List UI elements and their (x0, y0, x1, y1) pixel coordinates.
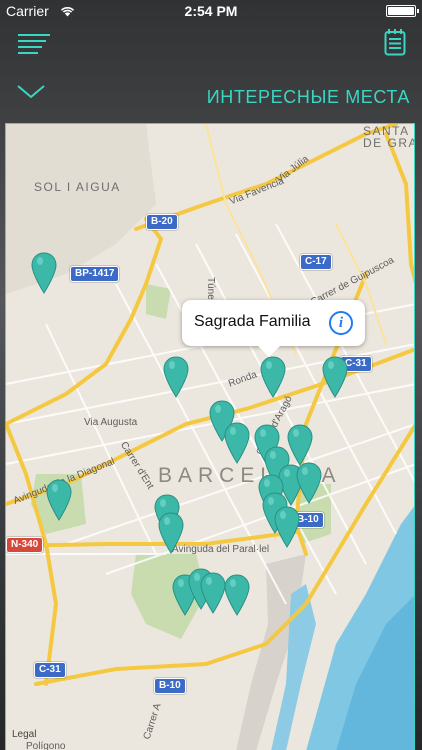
route-shield: B-20 (146, 214, 178, 230)
app-screen: Carrier 2:54 PM ИНТЕРЕСНЫЕ МЕСТА SOL I A… (0, 0, 422, 750)
battery-icon (386, 5, 419, 17)
map-pin[interactable] (224, 574, 250, 616)
place-callout[interactable]: Sagrada Familia i (182, 300, 365, 357)
map-pin[interactable] (46, 479, 72, 521)
map-pin[interactable] (274, 506, 300, 548)
road-label: Avinguda del Paral·lel (172, 544, 270, 555)
route-shield: C-17 (300, 254, 332, 270)
legal-link[interactable]: Legal (12, 729, 36, 740)
callout-title: Sagrada Familia (194, 313, 311, 330)
map-pin[interactable] (224, 422, 250, 464)
district-label: SOL I AIGUA (34, 180, 121, 194)
road-label: Túnel (205, 276, 217, 303)
route-shield: C-31 (34, 662, 66, 678)
map-pin[interactable] (260, 356, 286, 398)
route-shield: BP-1417 (70, 266, 120, 282)
map-pin[interactable] (200, 572, 226, 614)
section-header: ИНТЕРЕСНЫЕ МЕСТА (0, 74, 422, 120)
section-title: ИНТЕРЕСНЫЕ МЕСТА (206, 87, 410, 107)
map-view[interactable]: SOL I AIGUA SANTA C DE GRAC BARCELONA Vi… (5, 123, 415, 750)
map-pin[interactable] (287, 424, 313, 466)
route-shield: N-340 (6, 537, 44, 553)
clock: 2:54 PM (184, 3, 238, 19)
status-bar: Carrier 2:54 PM (0, 0, 422, 22)
chevron-down-icon[interactable] (16, 80, 46, 102)
road-label: Via Augusta (84, 417, 138, 428)
map-pin[interactable] (322, 356, 348, 398)
notepad-icon[interactable] (384, 28, 406, 56)
road-label: Polígono (26, 741, 66, 750)
map-pin[interactable] (296, 462, 322, 504)
route-shield: B-10 (154, 678, 186, 694)
map-pin[interactable] (163, 356, 189, 398)
district-label: DE GRAC (363, 136, 414, 150)
map-pin[interactable] (158, 512, 184, 554)
nav-bar (0, 22, 422, 68)
info-icon[interactable]: i (329, 311, 353, 335)
map-pin[interactable] (31, 252, 57, 294)
menu-lines-icon[interactable] (18, 32, 50, 58)
